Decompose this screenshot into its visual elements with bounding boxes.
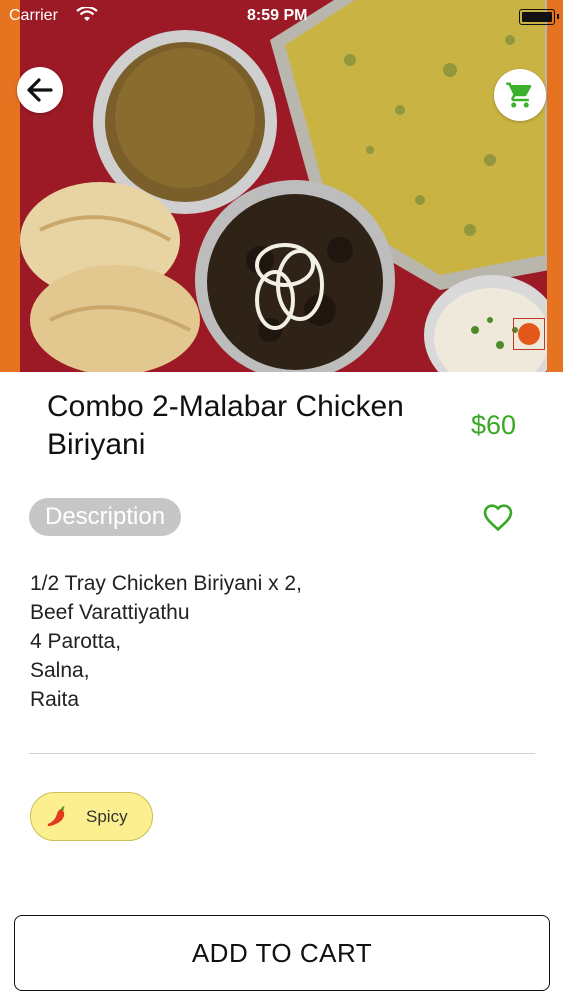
back-button[interactable]: [17, 67, 63, 113]
favorite-button[interactable]: [482, 502, 514, 532]
product-title: Combo 2-Malabar Chicken Biriyani: [47, 390, 404, 461]
status-time: 8:59 PM: [247, 7, 308, 24]
description-line: Raita: [30, 688, 80, 711]
divider: [29, 753, 535, 754]
food-photo: [20, 0, 547, 372]
description-line: Beef Varattiyathu: [30, 601, 190, 624]
cart-button[interactable]: [494, 69, 546, 121]
arrow-left-icon: [27, 78, 53, 102]
chili-pepper-icon: [47, 806, 65, 827]
description-line: 1/2 Tray Chicken Biriyani x 2,: [30, 572, 302, 595]
heart-icon: [483, 504, 513, 532]
tag-label: Spicy: [86, 807, 128, 826]
battery-icon: [519, 9, 559, 25]
spicy-tag: Spicy: [30, 792, 153, 841]
add-to-cart-button[interactable]: ADD TO CART: [14, 915, 550, 991]
product-price: $60: [470, 410, 516, 440]
description-line: 4 Parotta,: [30, 630, 122, 653]
hero-image: [0, 0, 563, 372]
description-label: Description: [29, 498, 182, 536]
wifi-icon: [76, 5, 98, 28]
carrier-label: Carrier: [9, 7, 58, 24]
food-photo-art: [20, 0, 547, 372]
product-description: 1/2 Tray Chicken Biriyani x 2, Beef Vara…: [30, 569, 510, 714]
description-line: Salna,: [30, 659, 90, 682]
shopping-cart-icon: [506, 82, 532, 108]
status-bar: Carrier 8:59 PM: [0, 0, 563, 32]
veg-indicator-icon: [513, 318, 545, 350]
